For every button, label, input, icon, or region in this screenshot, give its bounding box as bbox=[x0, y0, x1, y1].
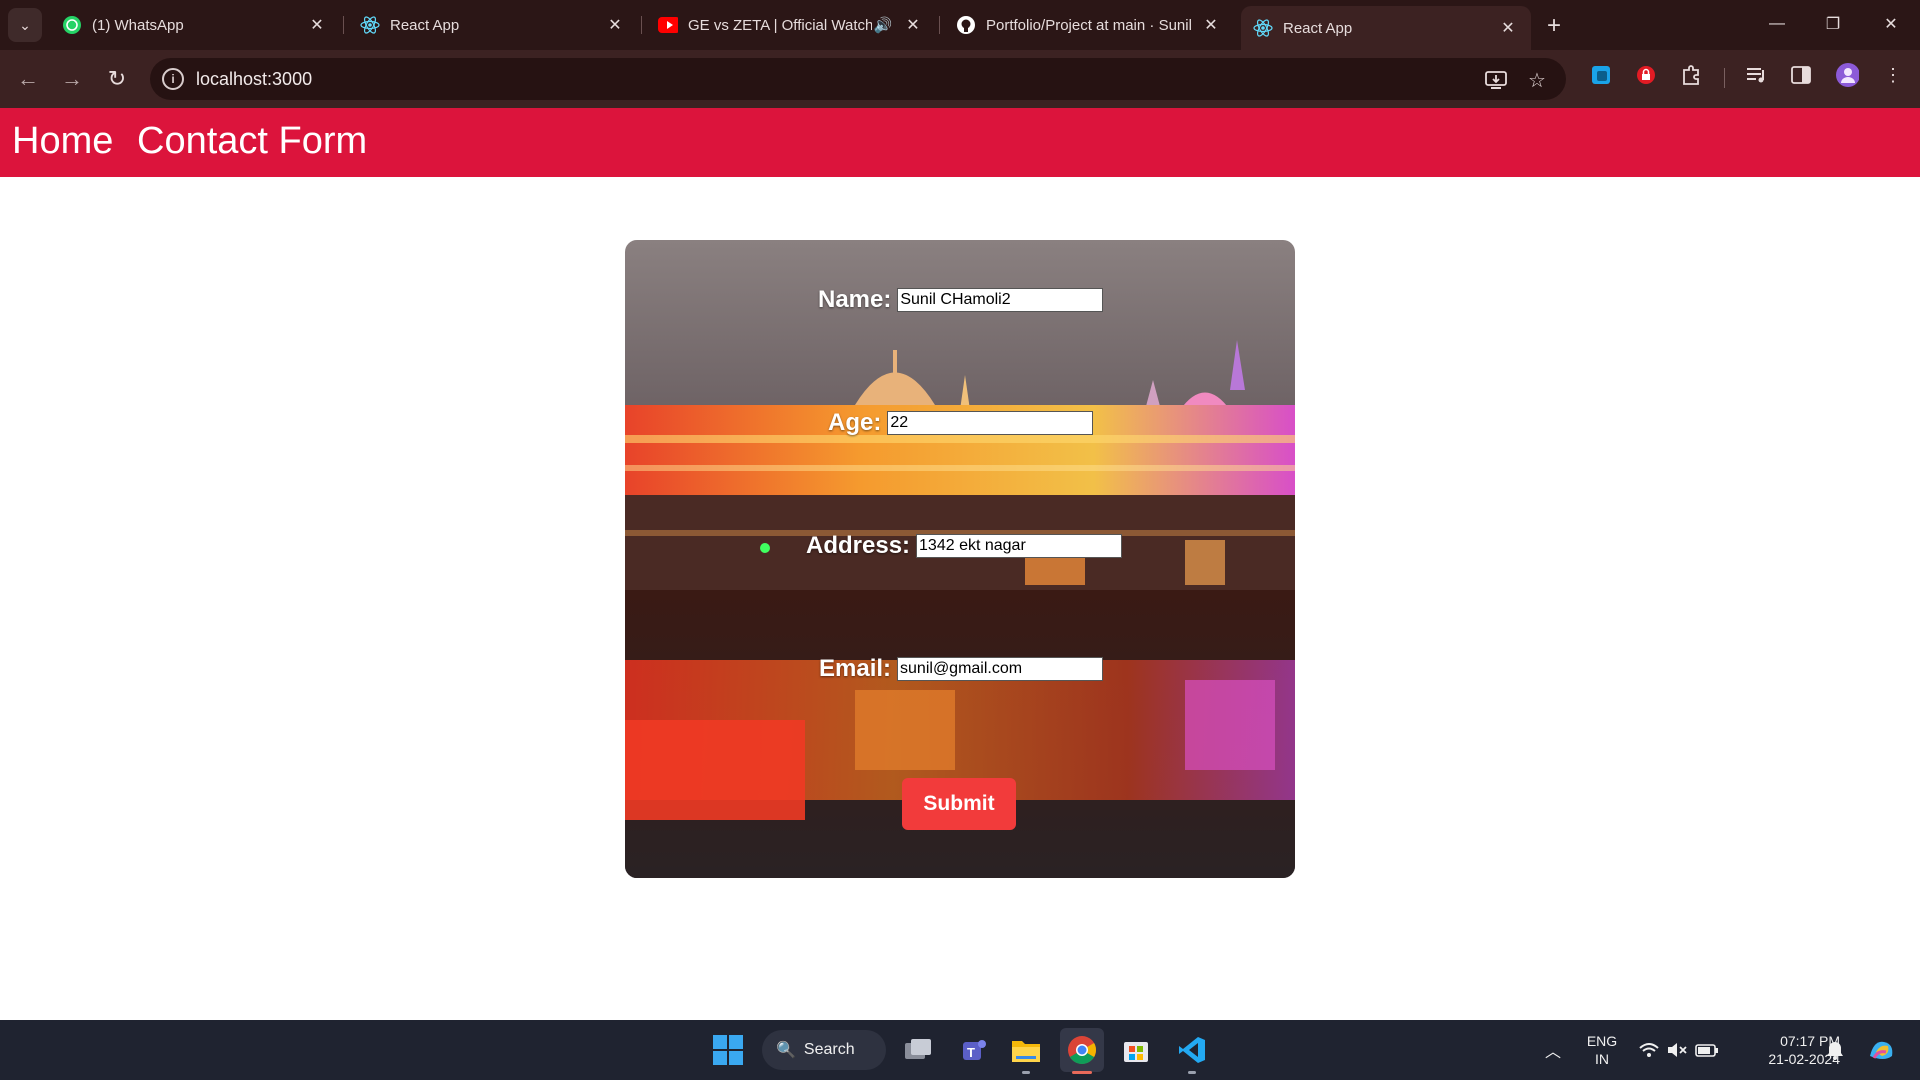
minimize-button[interactable]: — bbox=[1757, 8, 1797, 40]
reload-icon: ↻ bbox=[107, 66, 127, 91]
ms-store-icon[interactable] bbox=[1114, 1028, 1158, 1072]
whatsapp-icon bbox=[62, 15, 82, 35]
file-explorer-icon[interactable] bbox=[1004, 1028, 1048, 1072]
url-text[interactable]: localhost:3000 bbox=[196, 69, 312, 90]
name-label: Name: bbox=[818, 286, 892, 313]
vscode-running-indicator bbox=[1188, 1071, 1196, 1074]
translate-extension-icon[interactable] bbox=[1589, 63, 1613, 87]
wifi-icon[interactable] bbox=[1636, 1030, 1662, 1070]
address-input[interactable] bbox=[916, 534, 1123, 558]
app-navbar: Home Contact Form bbox=[0, 108, 1920, 177]
tab-title: GE vs ZETA | Official Watchp bbox=[688, 16, 872, 34]
arrow-right-icon: → bbox=[61, 66, 83, 91]
tab-title: React App bbox=[1283, 19, 1353, 37]
language-code: ENG bbox=[1586, 1033, 1618, 1049]
name-field-row: Name: bbox=[818, 286, 1104, 314]
age-field-row: Age: bbox=[828, 409, 1094, 437]
react-icon bbox=[1253, 18, 1273, 38]
address-field-row: Address: bbox=[806, 532, 1123, 560]
lock-extension-icon[interactable] bbox=[1634, 63, 1658, 87]
teams-icon[interactable]: T bbox=[950, 1028, 994, 1072]
email-field-row: Email: bbox=[819, 655, 1104, 683]
tab-youtube[interactable]: GE vs ZETA | Official Watchp 🔊 ✕ bbox=[646, 8, 936, 42]
submit-button[interactable]: Submit bbox=[902, 778, 1016, 830]
close-icon[interactable]: ✕ bbox=[306, 14, 328, 36]
new-tab-button[interactable]: + bbox=[1540, 12, 1568, 40]
window-close-button[interactable]: ✕ bbox=[1871, 8, 1911, 40]
tab-github[interactable]: Portfolio/Project at main · Sunil ✕ bbox=[944, 8, 1234, 42]
close-icon[interactable]: ✕ bbox=[1497, 17, 1519, 39]
tab-title: Portfolio/Project at main · Sunil bbox=[986, 16, 1192, 34]
tab-title: React App bbox=[390, 16, 460, 34]
tab-whatsapp[interactable]: (1) WhatsApp ✕ bbox=[50, 8, 340, 42]
nav-link-home[interactable]: Home bbox=[12, 120, 113, 163]
speaker-icon[interactable]: 🔊 bbox=[872, 16, 894, 34]
bookmark-star-icon[interactable]: ☆ bbox=[1525, 68, 1549, 92]
taskbar-search[interactable]: 🔍 Search bbox=[762, 1030, 886, 1070]
restore-button[interactable]: ❐ bbox=[1813, 8, 1853, 40]
vscode-icon[interactable] bbox=[1170, 1028, 1214, 1072]
profile-avatar[interactable] bbox=[1835, 63, 1859, 87]
chevron-down-icon: ⌄ bbox=[19, 16, 31, 33]
more-menu-icon[interactable]: ⋮ bbox=[1881, 63, 1905, 87]
address-bar[interactable]: i localhost:3000 ☆ bbox=[150, 58, 1566, 100]
reload-button[interactable]: ↻ bbox=[101, 63, 133, 95]
back-button[interactable]: ← bbox=[12, 63, 44, 95]
taskbar-search-label: Search bbox=[803, 1041, 855, 1058]
email-label: Email: bbox=[819, 655, 892, 682]
region-code: IN bbox=[1595, 1051, 1609, 1067]
side-panel-icon[interactable] bbox=[1789, 63, 1813, 87]
youtube-icon bbox=[658, 15, 678, 35]
age-label: Age: bbox=[828, 409, 882, 436]
address-label: Address: bbox=[806, 532, 911, 559]
tab-react-app[interactable]: React App ✕ bbox=[348, 8, 638, 42]
tab-search-button[interactable]: ⌄ bbox=[8, 8, 42, 42]
chevron-up-icon[interactable]: ︿ bbox=[1540, 1030, 1566, 1070]
svg-text:T: T bbox=[967, 1045, 975, 1060]
extensions-puzzle-icon[interactable] bbox=[1679, 63, 1703, 87]
windows-start-icon[interactable] bbox=[706, 1028, 750, 1072]
media-controls-icon[interactable] bbox=[1745, 63, 1769, 87]
close-icon[interactable]: ✕ bbox=[1200, 14, 1222, 36]
age-input[interactable] bbox=[887, 411, 1094, 435]
close-icon[interactable]: ✕ bbox=[902, 14, 924, 36]
volume-muted-icon[interactable] bbox=[1664, 1030, 1690, 1070]
chrome-active-indicator bbox=[1072, 1071, 1092, 1074]
task-view-icon[interactable] bbox=[896, 1028, 940, 1072]
explorer-running-indicator bbox=[1022, 1071, 1030, 1074]
github-icon bbox=[956, 15, 976, 35]
notification-icon[interactable] bbox=[1822, 1030, 1848, 1070]
email-input[interactable] bbox=[897, 657, 1104, 681]
tab-react-app-active[interactable]: React App ✕ bbox=[1241, 6, 1531, 50]
name-input[interactable] bbox=[897, 288, 1104, 312]
close-icon[interactable]: ✕ bbox=[604, 14, 626, 36]
browser-tab-strip: ⌄ (1) WhatsApp ✕ React App ✕ GE vs ZETA … bbox=[0, 0, 1920, 50]
arrow-left-icon: ← bbox=[17, 66, 39, 91]
site-info-icon[interactable]: i bbox=[162, 68, 184, 90]
browser-toolbar: ← → ↻ i localhost:3000 ☆ bbox=[0, 50, 1920, 108]
battery-icon[interactable] bbox=[1694, 1030, 1720, 1070]
search-icon: 🔍 bbox=[776, 1042, 796, 1059]
react-icon bbox=[360, 15, 380, 35]
tab-title: (1) WhatsApp bbox=[92, 16, 184, 34]
copilot-icon[interactable] bbox=[1864, 1030, 1898, 1070]
nav-link-contact-form[interactable]: Contact Form bbox=[137, 120, 367, 163]
forward-button[interactable]: → bbox=[56, 63, 88, 95]
install-app-icon[interactable] bbox=[1484, 68, 1508, 92]
contact-form-card: Name: Age: Address: Email: Submit bbox=[625, 240, 1295, 878]
language-indicator[interactable]: ENG IN bbox=[1582, 1032, 1622, 1068]
chrome-icon[interactable] bbox=[1060, 1028, 1104, 1072]
